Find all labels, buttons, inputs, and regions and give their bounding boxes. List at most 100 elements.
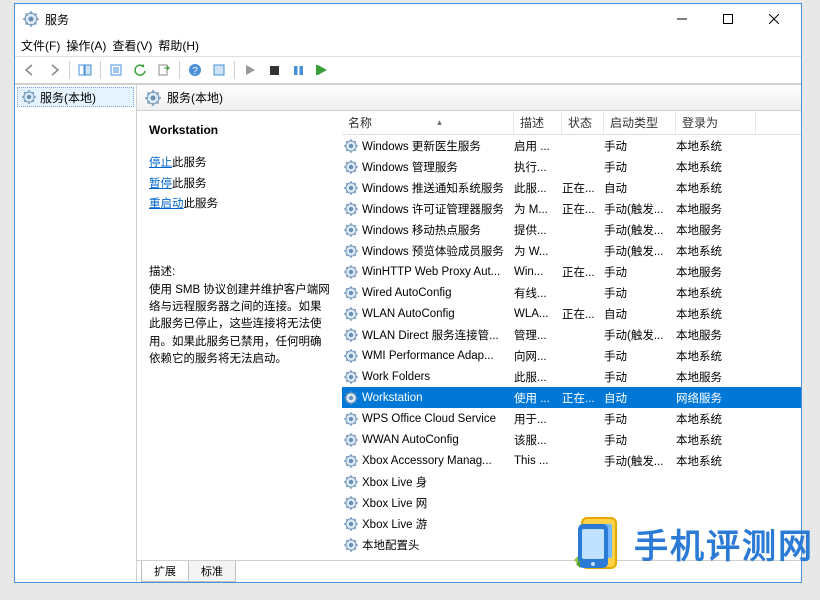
table-row[interactable]: Windows 管理服务执行... 手动本地系统 xyxy=(342,156,801,177)
cell-status: 正在... xyxy=(562,264,604,280)
pause-link[interactable]: 暂停 xyxy=(149,178,172,190)
table-row[interactable]: Windows 更新医生服务启用 ...手动本地系统 xyxy=(342,135,801,156)
menu-file[interactable]: 文件(F) xyxy=(21,37,60,54)
cell-name: Xbox Live 游 xyxy=(362,516,514,532)
cell-logon: 本地系统 xyxy=(676,138,756,154)
col-logon[interactable]: 登录为 xyxy=(676,111,756,134)
gear-icon xyxy=(344,286,358,300)
pause-service-button[interactable] xyxy=(287,59,309,81)
tab-extended[interactable]: 扩展 xyxy=(141,561,189,582)
cell-desc: 启用 ... xyxy=(514,138,562,154)
table-row[interactable]: Xbox Live 身 xyxy=(342,471,801,492)
table-row[interactable]: Xbox Live 网 xyxy=(342,492,801,513)
cell-name: WLAN Direct 服务连接管... xyxy=(362,327,514,343)
gear-icon xyxy=(344,517,358,531)
menu-view[interactable]: 查看(V) xyxy=(112,37,152,54)
gear-icon xyxy=(344,433,358,447)
cell-desc: 执行... xyxy=(514,159,562,175)
cell-desc: 有线... xyxy=(514,285,562,301)
service-list: 名称▴ 描述 状态 启动类型 登录为 Windows 更新医生服务启用 ...手… xyxy=(342,111,801,560)
start-service-button[interactable] xyxy=(239,59,261,81)
cell-name: Windows 推送通知系统服务 xyxy=(362,180,514,196)
table-row[interactable]: Xbox Accessory Manag...This ...手动(触发...本… xyxy=(342,450,801,471)
col-name[interactable]: 名称▴ xyxy=(342,111,514,134)
gear-icon xyxy=(344,349,358,363)
gear-icon xyxy=(344,307,358,321)
cell-desc: 向网... xyxy=(514,348,562,364)
maximize-button[interactable] xyxy=(705,4,751,34)
menu-action[interactable]: 操作(A) xyxy=(66,37,106,54)
cell-start: 手动 xyxy=(604,411,676,427)
tree-pane: 服务(本地) xyxy=(15,85,137,582)
help-button[interactable]: ? xyxy=(184,59,206,81)
cell-desc: 此服... xyxy=(514,180,562,196)
gear-icon xyxy=(344,244,358,258)
table-row[interactable]: WMI Performance Adap...向网...手动本地系统 xyxy=(342,345,801,366)
show-hide-button[interactable] xyxy=(74,59,96,81)
cell-desc: WLA... xyxy=(514,308,562,320)
table-row[interactable]: WLAN Direct 服务连接管...管理...手动(触发...本地服务 xyxy=(342,324,801,345)
watermark: 手机评测网 xyxy=(572,514,814,572)
table-row[interactable]: Work Folders此服...手动本地服务 xyxy=(342,366,801,387)
table-row[interactable]: WWAN AutoConfig该服...手动本地系统 xyxy=(342,429,801,450)
properties-button[interactable] xyxy=(105,59,127,81)
table-row[interactable]: Windows 许可证管理器服务为 M...正在...手动(触发...本地服务 xyxy=(342,198,801,219)
gear-icon xyxy=(344,139,358,153)
list-header-title: 服务(本地) xyxy=(137,85,801,111)
gear-icon xyxy=(344,370,358,384)
detail-pane: Workstation 停止此服务 暂停此服务 重启动此服务 描述: 使用 SM… xyxy=(137,111,342,560)
cell-desc: 使用 ... xyxy=(514,390,562,406)
table-row[interactable]: Workstation使用 ...正在...自动网络服务 xyxy=(342,387,801,408)
col-start[interactable]: 启动类型 xyxy=(604,111,676,134)
gear-icon xyxy=(22,90,36,104)
restart-link[interactable]: 重启动 xyxy=(149,198,184,210)
cell-desc: 提供... xyxy=(514,222,562,238)
cell-name: Windows 管理服务 xyxy=(362,159,514,175)
menu-help[interactable]: 帮助(H) xyxy=(158,37,199,54)
table-row[interactable]: WPS Office Cloud Service用于...手动本地系统 xyxy=(342,408,801,429)
tree-root-label: 服务(本地) xyxy=(40,89,96,106)
forward-button[interactable] xyxy=(43,59,65,81)
col-desc[interactable]: 描述 xyxy=(514,111,562,134)
table-row[interactable]: WLAN AutoConfigWLA...正在...自动本地系统 xyxy=(342,303,801,324)
back-button[interactable] xyxy=(19,59,41,81)
cell-desc: 此服... xyxy=(514,369,562,385)
table-row[interactable]: Wired AutoConfig有线...手动本地系统 xyxy=(342,282,801,303)
tree-root-item[interactable]: 服务(本地) xyxy=(17,87,134,107)
col-status[interactable]: 状态 xyxy=(562,111,604,134)
cell-logon: 网络服务 xyxy=(676,390,756,406)
tab-standard[interactable]: 标准 xyxy=(188,561,236,582)
titlebar[interactable]: 服务 xyxy=(15,4,801,34)
stop-link[interactable]: 停止 xyxy=(149,157,172,169)
export-button[interactable] xyxy=(153,59,175,81)
phone-icon xyxy=(572,514,624,572)
table-row[interactable]: Windows 移动热点服务提供...手动(触发...本地服务 xyxy=(342,219,801,240)
cell-logon: 本地系统 xyxy=(676,306,756,322)
selected-service-name: Workstation xyxy=(149,121,330,140)
gear-icon xyxy=(344,181,358,195)
cell-name: Workstation xyxy=(362,392,514,404)
minimize-button[interactable] xyxy=(659,4,705,34)
gear-icon xyxy=(344,328,358,342)
table-row[interactable]: Windows 推送通知系统服务此服...正在...自动本地系统 xyxy=(342,177,801,198)
refresh-button[interactable] xyxy=(129,59,151,81)
cell-desc: 为 W... xyxy=(514,243,562,259)
cell-start: 自动 xyxy=(604,390,676,406)
cell-start: 手动 xyxy=(604,159,676,175)
table-row[interactable]: Windows 预览体验成员服务为 W...手动(触发...本地系统 xyxy=(342,240,801,261)
cell-status: 正在... xyxy=(562,201,604,217)
cell-name: WMI Performance Adap... xyxy=(362,350,514,362)
close-button[interactable] xyxy=(751,4,797,34)
column-headers[interactable]: 名称▴ 描述 状态 启动类型 登录为 xyxy=(342,111,801,135)
window-title: 服务 xyxy=(45,11,659,28)
stop-service-button[interactable] xyxy=(263,59,285,81)
gear-icon xyxy=(344,496,358,510)
table-row[interactable]: WinHTTP Web Proxy Aut...Win...正在...手动本地服… xyxy=(342,261,801,282)
gear-icon xyxy=(344,202,358,216)
sort-asc-icon: ▴ xyxy=(437,117,442,128)
gear-icon xyxy=(344,160,358,174)
restart-service-button[interactable] xyxy=(311,59,333,81)
cell-logon: 本地系统 xyxy=(676,159,756,175)
cell-status: 正在... xyxy=(562,180,604,196)
props-button[interactable] xyxy=(208,59,230,81)
